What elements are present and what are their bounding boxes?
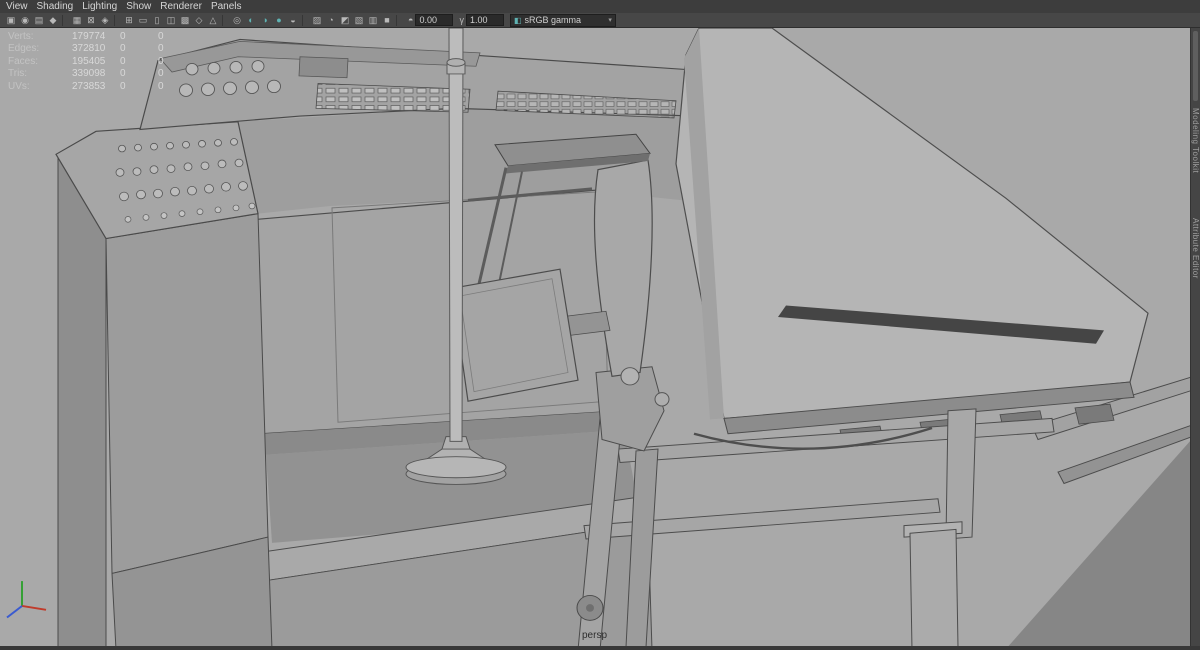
console-display [298,56,349,79]
hud-label: UVs: [8,80,30,92]
viewport-3d-scene[interactable] [0,28,1200,650]
poly-count-hud: Verts: 179774 0 0 Edges: 372810 0 0 Faces: 195405… [8,31,182,93]
bookmarks-icon[interactable]: ◆ [47,14,60,27]
safe-action-icon[interactable]: ◇ [193,14,206,27]
menu-shading[interactable]: Shading [37,0,83,13]
resolution-gate-icon[interactable]: ▯ [151,14,164,27]
image-plane-icon[interactable]: ▦ [71,14,84,27]
isolate-select-icon[interactable]: ◩ [339,14,352,27]
toolbar-icon-group: ▣ ◉ ▤ ◆ ▦ ⊠ ◈ ⊞ ▭ ▯ ◫ ▩ ◇ △ ◎ ◐ ◑ ● ◒ ▨ ◔ ◩ ▧ ▥ ■ [4,14,404,27]
menu-renderer[interactable]: Renderer [160,0,211,13]
hud-z2: 0 [158,31,164,42]
hud-val: 273853 [72,80,106,92]
colorspace-dropdown[interactable]: ◧ sRGB gamma ▾ [509,13,616,27]
toolbar-separator [62,14,67,26]
chevron-down-icon: ▾ [608,17,612,24]
gate-mask-icon[interactable]: ◫ [165,14,178,27]
field-chart-icon[interactable]: ▩ [179,14,192,27]
viewport[interactable]: Verts: 179774 0 0 Edges: 372810 0 0 Faces: 195405… [0,28,1200,650]
hud-label: Edges: [8,43,40,55]
panel-menu-items: View Shading Lighting Show Renderer Panels [0,0,251,13]
grease-pencil-icon[interactable]: ◈ [99,14,112,27]
scrollbar-thumb[interactable] [1193,31,1198,101]
use-default-material-icon[interactable]: ■ [381,14,394,27]
frame-all-icon[interactable]: ◎ [231,14,244,27]
gamma-input[interactable]: 1.00 [465,14,504,26]
multisample-aa-icon[interactable]: ▨ [311,14,324,27]
hud-row-uvs: UVs: 273853 0 0 [8,81,182,93]
hud-z1: 0 [120,55,126,67]
motion-blur-icon[interactable]: ◒ [287,14,300,27]
hud-label: Faces: [8,55,39,67]
hud-z2: 0 [158,68,164,80]
toolbar-separator [396,14,401,26]
hud-val: 372810 [72,43,106,55]
hud-val: 339098 [72,68,106,80]
hud-z2: 0 [158,80,164,92]
panel-menu-bar: View Shading Lighting Show Renderer Panels [0,0,1200,13]
menu-view[interactable]: View [6,0,37,13]
left-console [55,121,273,650]
lock-camera-icon[interactable]: ◉ [19,14,32,27]
camera-attributes-icon[interactable]: ▤ [33,14,46,27]
menu-show[interactable]: Show [126,0,160,13]
hud-val: 195405 [72,55,106,67]
menu-panels[interactable]: Panels [211,0,251,13]
xray-icon[interactable]: ▧ [353,14,366,27]
colorspace-value: sRGB gamma [524,15,582,25]
hud-z2: 0 [158,43,164,55]
color-management-icon: ◧ [513,15,522,25]
hud-z2: 0 [158,55,164,67]
wireframe-on-shaded-icon[interactable]: ▥ [367,14,380,27]
panel-toolbar: ▣ ◉ ▤ ◆ ▦ ⊠ ◈ ⊞ ▭ ▯ ◫ ▩ ◇ △ ◎ ◐ ◑ ● ◒ ▨ ◔ ◩ ▧ ▥ ■ ◓ 0.00 γ 1.00 … [0,13,1200,28]
hud-label: Verts: [8,31,34,42]
hud-row-edges: Edges: 372810 0 0 [8,43,182,55]
exposure-icon[interactable]: ◓ [408,15,413,25]
hud-label: Tris: [8,68,28,80]
hud-row-verts: Verts: 179774 0 0 [8,31,182,43]
screen-space-ao-icon[interactable]: ● [273,14,286,27]
grid-icon[interactable]: ⊞ [123,14,136,27]
toolbar-separator [302,14,307,26]
toolbar-separator [114,14,119,26]
hud-z1: 0 [120,31,126,42]
right-panel-tab-strip: Modeling Toolkit Attribute Editor [1190,28,1200,650]
shadows-icon[interactable]: ◑ [259,14,272,27]
hud-row-tris: Tris: 339098 0 0 [8,68,182,80]
hud-val: 179774 [72,31,106,42]
select-camera-icon[interactable]: ▣ [5,14,18,27]
gamma-icon[interactable]: γ [459,15,464,25]
hud-z1: 0 [120,68,126,80]
hud-z1: 0 [120,43,126,55]
hud-row-faces: Faces: 195405 0 0 [8,56,182,68]
window-bottom-edge [0,646,1200,650]
camera-name-label: persp [582,630,608,641]
2d-pan-zoom-icon[interactable]: ⊠ [85,14,98,27]
exposure-input[interactable]: 0.00 [415,14,454,26]
menu-lighting[interactable]: Lighting [82,0,126,13]
side-tab-modeling-toolkit[interactable]: Modeling Toolkit [1191,108,1200,173]
toolbar-separator [222,14,227,26]
film-gate-icon[interactable]: ▭ [137,14,150,27]
lighting-icon[interactable]: ◐ [245,14,258,27]
hud-z1: 0 [120,80,126,92]
side-tab-attribute-editor[interactable]: Attribute Editor [1191,218,1200,279]
depth-of-field-icon[interactable]: ◔ [325,14,338,27]
safe-title-icon[interactable]: △ [207,14,220,27]
